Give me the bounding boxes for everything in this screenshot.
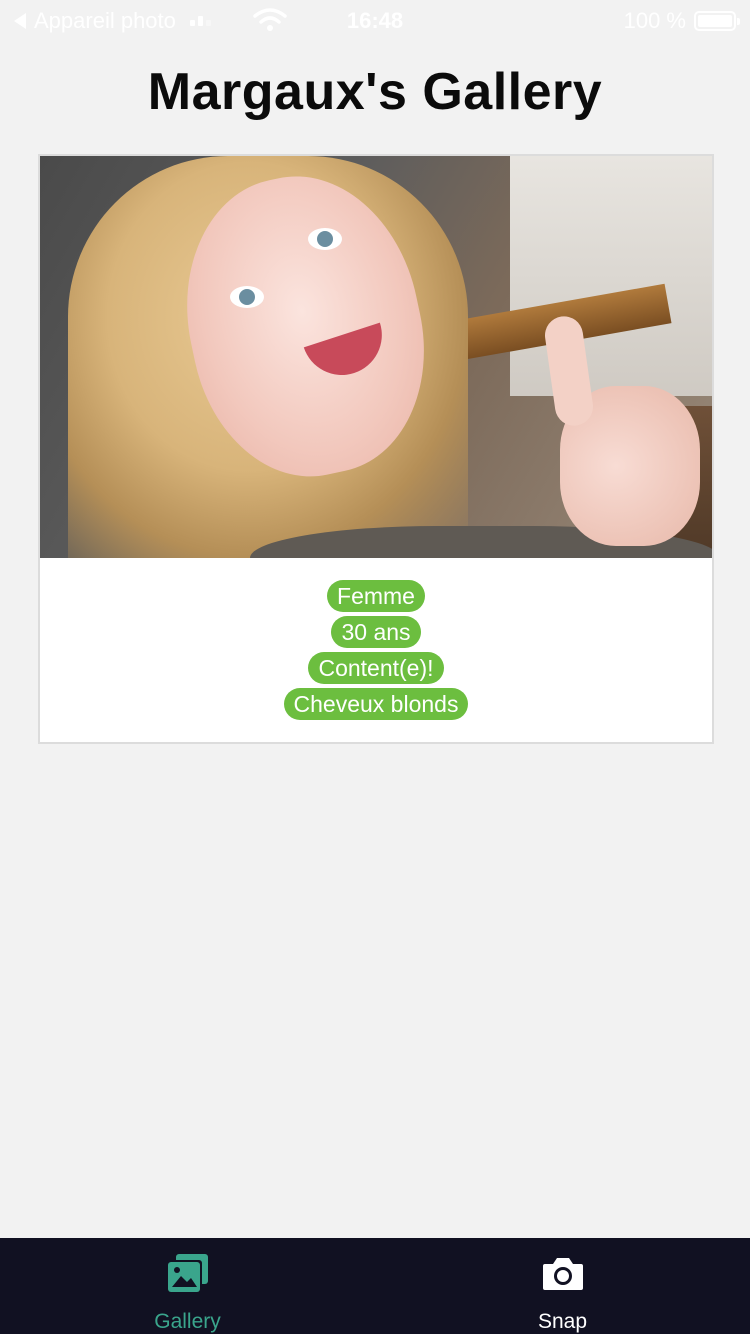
tab-gallery[interactable]: Gallery bbox=[0, 1238, 375, 1334]
page-title: Margaux's Gallery bbox=[147, 63, 603, 121]
tab-bar: Gallery Snap bbox=[0, 1238, 750, 1334]
tag-hair: Cheveux blonds bbox=[283, 688, 469, 720]
tag-mood: Content(e)! bbox=[308, 652, 444, 684]
status-bar: Appareil photo 16:48 100 % bbox=[0, 0, 750, 40]
tag-list: Femme 30 ans Content(e)! Cheveux blonds bbox=[40, 580, 712, 720]
tab-gallery-label: Gallery bbox=[154, 1310, 221, 1333]
camera-icon bbox=[542, 1258, 583, 1290]
battery-icon bbox=[694, 11, 740, 31]
tag-gender: Femme bbox=[327, 580, 425, 612]
gallery-icon bbox=[167, 1254, 208, 1292]
tab-snap-label: Snap bbox=[537, 1310, 588, 1333]
tag-age: 30 ans bbox=[331, 616, 421, 648]
screen: Appareil photo 16:48 100 % Margaux's Gal… bbox=[0, 0, 750, 1334]
battery-percentage: 100 % bbox=[623, 8, 686, 33]
gallery-photo[interactable] bbox=[40, 156, 712, 558]
gallery-card[interactable]: Femme 30 ans Content(e)! Cheveux blonds bbox=[38, 154, 714, 744]
tab-snap[interactable]: Snap bbox=[375, 1238, 750, 1334]
battery-status: 100 % bbox=[623, 8, 740, 34]
